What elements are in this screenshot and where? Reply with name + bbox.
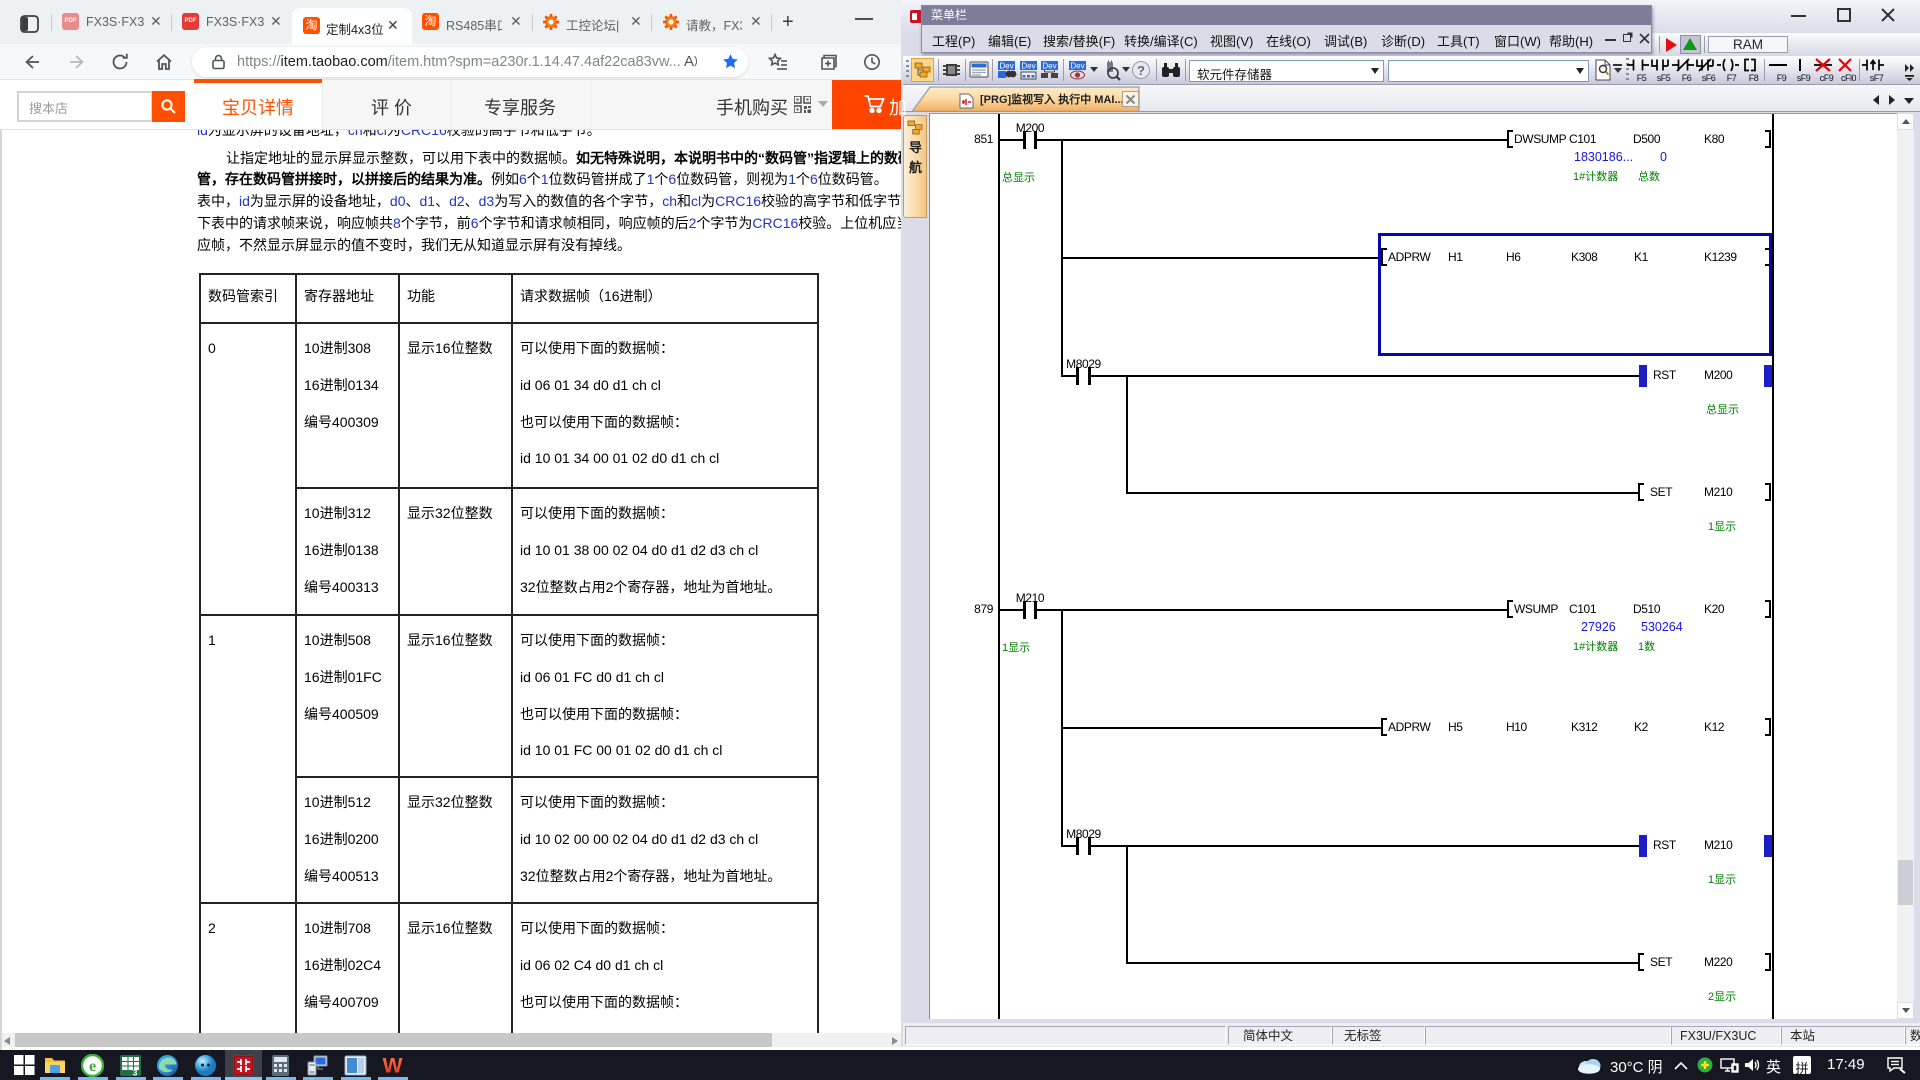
svg-text:Dev: Dev — [1070, 62, 1084, 71]
svg-text:Dev: Dev — [1021, 62, 1035, 71]
svg-text:3: 3 — [133, 1068, 138, 1078]
svg-text:e: e — [89, 1058, 96, 1075]
svg-text:Dev: Dev — [1042, 62, 1056, 71]
svg-text:Dev: Dev — [999, 62, 1013, 71]
svg-text:W: W — [383, 1055, 403, 1078]
